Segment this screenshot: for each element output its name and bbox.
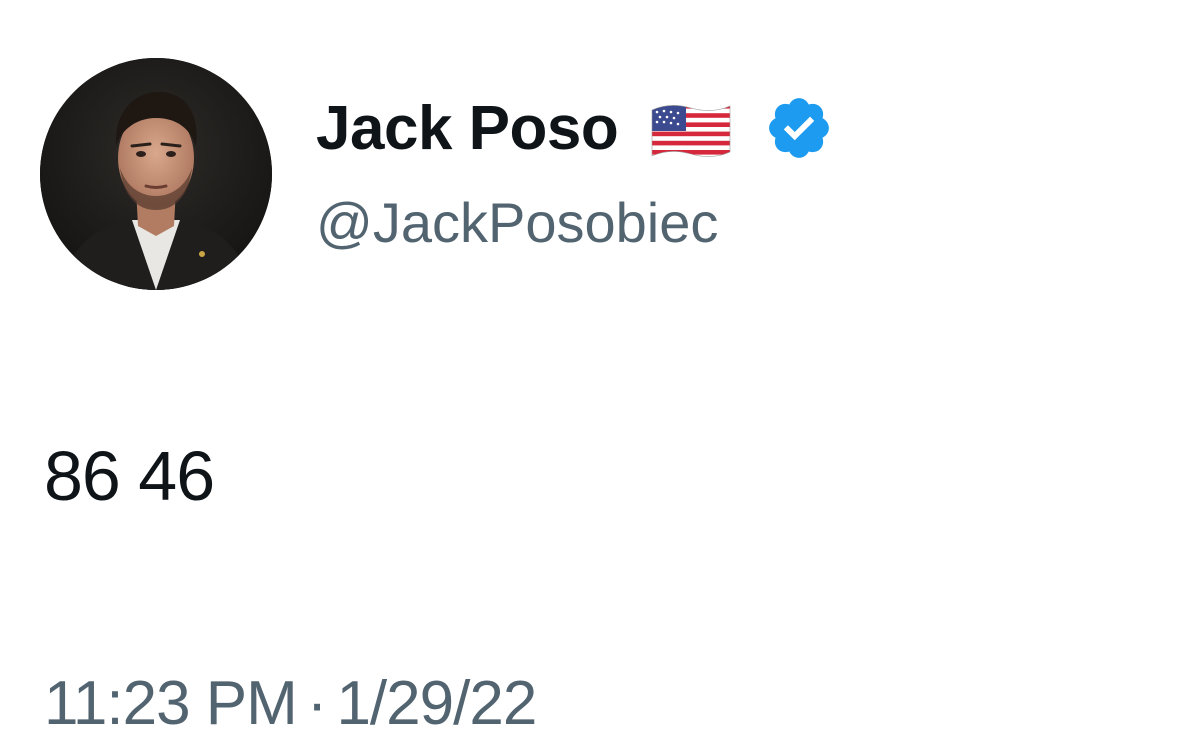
avatar-image xyxy=(40,58,272,290)
author-handle[interactable]: @JackPosobiec xyxy=(316,190,718,255)
tweet-card: Jack Poso @JackPosobiec 86 46 11:23 PM ·… xyxy=(0,0,1200,753)
tweet-text: 86 46 xyxy=(44,437,215,515)
tweet-time[interactable]: 11:23 PM xyxy=(44,669,298,738)
profile-avatar[interactable] xyxy=(40,58,272,290)
tweet-timestamp: 11:23 PM · 1/29/22 xyxy=(44,668,537,739)
author-display-name[interactable]: Jack Poso xyxy=(316,93,619,164)
verified-badge-icon[interactable] xyxy=(764,93,834,163)
tweet-date[interactable]: 1/29/22 xyxy=(336,669,537,738)
author-name-row: Jack Poso xyxy=(316,88,834,168)
us-flag-icon xyxy=(648,100,734,160)
timestamp-separator: · xyxy=(306,669,328,738)
